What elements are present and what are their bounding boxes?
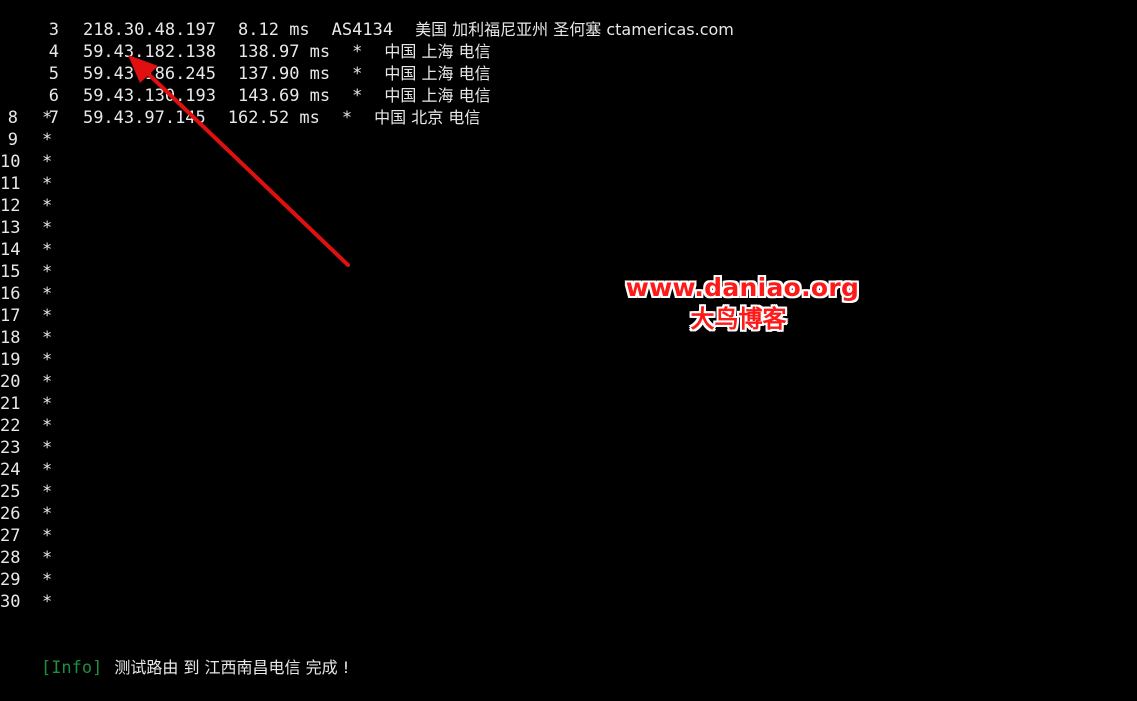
hop-number: 25	[0, 482, 21, 502]
hop-location: 中国 北京 电信	[374, 108, 481, 127]
timeout-row: 28 *	[0, 547, 52, 569]
timeout-marker: *	[42, 504, 53, 524]
hop-latency: 162.52 ms	[227, 108, 320, 128]
hop-number: 8	[7, 108, 18, 128]
hop-number: 14	[0, 240, 21, 260]
info-tag: [Info]	[40, 658, 103, 678]
timeout-row: 20 *	[0, 371, 52, 393]
timeout-marker: *	[42, 130, 53, 150]
timeout-row: 11 *	[0, 173, 52, 195]
watermark: www.daniao.org 大鸟博客	[620, 272, 865, 334]
timeout-row: 29 *	[0, 569, 52, 591]
hop-number: 12	[0, 196, 21, 216]
hop-number: 30	[0, 592, 21, 612]
hop-number: 28	[0, 548, 21, 568]
watermark-name: 大鸟博客	[690, 305, 787, 333]
timeout-marker: *	[42, 152, 53, 172]
watermark-url: www.daniao.org	[625, 273, 860, 302]
info-message: 测试路由 到 江西南昌电信 完成 !	[114, 658, 350, 677]
timeout-row: 10 *	[0, 151, 52, 173]
trace-row: 7 59.43.97.145 162.52 ms * 中国 北京 电信	[0, 85, 481, 128]
timeout-row: 19 *	[0, 349, 52, 371]
hop-number: 24	[0, 460, 21, 480]
hop-number: 26	[0, 504, 21, 524]
hop-number: 18	[0, 328, 21, 348]
timeout-row: 26 *	[0, 503, 52, 525]
timeout-row: 9 *	[0, 129, 53, 151]
timeout-row: 30 *	[0, 591, 52, 613]
trace-row: 4 59.43.182.138 138.97 ms * 中国 上海 电信	[0, 19, 491, 62]
trace-row: 3 218.30.48.197 8.12 ms AS4134 美国 加利福尼亚州 圣何塞…	[0, 0, 734, 40]
timeout-row: 13 *	[0, 217, 52, 239]
hop-number: 9	[7, 130, 18, 150]
timeout-row: 25 *	[0, 481, 52, 503]
timeout-row: 8 *	[0, 107, 53, 129]
timeout-row: 27 *	[0, 525, 52, 547]
timeout-marker: *	[42, 196, 53, 216]
timeout-row: 24 *	[0, 459, 52, 481]
timeout-row: 21 *	[0, 393, 52, 415]
timeout-marker: *	[42, 108, 53, 128]
timeout-row: 16 *	[0, 283, 52, 305]
timeout-row: 18 *	[0, 327, 52, 349]
hop-number: 27	[0, 526, 21, 546]
trace-row: 6 59.43.130.193 143.69 ms * 中国 上海 电信	[0, 63, 491, 106]
hop-number: 23	[0, 438, 21, 458]
timeout-row: 14 *	[0, 239, 52, 261]
timeout-marker: *	[42, 592, 53, 612]
timeout-marker: *	[42, 438, 53, 458]
timeout-row: 22 *	[0, 415, 52, 437]
trace-row: 5 59.43.186.245 137.90 ms * 中国 上海 电信	[0, 41, 491, 84]
timeout-marker: *	[42, 460, 53, 480]
hop-number: 21	[0, 394, 21, 414]
hop-number: 16	[0, 284, 21, 304]
timeout-marker: *	[42, 570, 53, 590]
timeout-marker: *	[42, 482, 53, 502]
timeout-row: 17 *	[0, 305, 52, 327]
timeout-row: 12 *	[0, 195, 52, 217]
timeout-marker: *	[42, 416, 53, 436]
hop-number: 22	[0, 416, 21, 436]
timeout-row: 15 *	[0, 261, 52, 283]
hop-number: 29	[0, 570, 21, 590]
timeout-marker: *	[42, 328, 53, 348]
hop-number: 20	[0, 372, 21, 392]
hop-number: 13	[0, 218, 21, 238]
timeout-marker: *	[42, 218, 53, 238]
timeout-marker: *	[42, 174, 53, 194]
hop-number: 19	[0, 350, 21, 370]
timeout-marker: *	[42, 526, 53, 546]
timeout-marker: *	[42, 284, 53, 304]
timeout-marker: *	[42, 350, 53, 370]
timeout-marker: *	[42, 394, 53, 414]
timeout-marker: *	[42, 372, 53, 392]
hop-number: 15	[0, 262, 21, 282]
hop-number: 10	[0, 152, 21, 172]
hop-asn: *	[341, 108, 353, 128]
timeout-marker: *	[42, 240, 53, 260]
terminal-output: 3 218.30.48.197 8.12 ms AS4134 美国 加利福尼亚州 圣何塞…	[0, 0, 1137, 678]
timeout-marker: *	[42, 262, 53, 282]
hop-number: 11	[0, 174, 21, 194]
info-status-line: [Info] 测试路由 到 江西南昌电信 完成 !	[0, 635, 349, 678]
timeout-row: 23 *	[0, 437, 52, 459]
hop-number: 17	[0, 306, 21, 326]
timeout-marker: *	[42, 306, 53, 326]
timeout-marker: *	[42, 548, 53, 568]
hop-ip: 59.43.97.145	[82, 108, 206, 128]
